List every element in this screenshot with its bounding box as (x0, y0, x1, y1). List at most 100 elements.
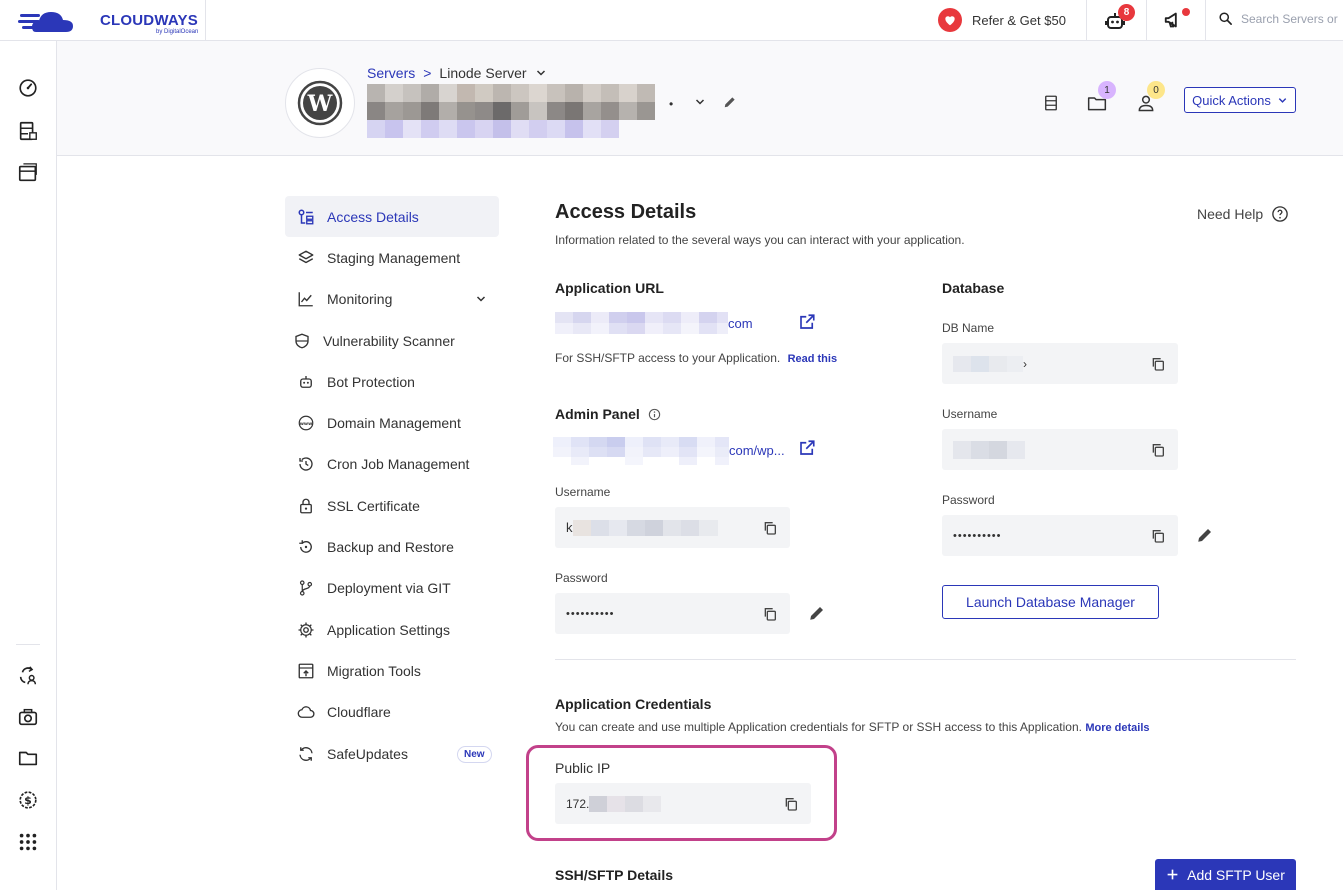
servers-icon[interactable] (17, 120, 39, 142)
divider (16, 644, 40, 645)
menu-item-monitoring[interactable]: Monitoring (285, 279, 499, 320)
restore-icon (299, 540, 312, 553)
wordpress-logo: W (285, 68, 355, 138)
page-subtitle: Information related to the several ways … (555, 233, 965, 247)
need-help-link[interactable]: Need Help (1197, 205, 1289, 223)
external-link-icon[interactable] (798, 439, 816, 457)
pencil-icon[interactable] (723, 95, 737, 109)
db-name-field[interactable]: › (942, 343, 1178, 384)
menu-item-safeupdates[interactable]: SafeUpdates New (285, 733, 499, 774)
breadcrumb-servers-link[interactable]: Servers (367, 65, 415, 81)
redacted-value (953, 440, 1025, 459)
redacted-url (553, 437, 729, 465)
search-input[interactable]: Search Servers or (1218, 11, 1338, 26)
notification-badge: 8 (1118, 4, 1135, 21)
menu-item-label: Deployment via GIT (327, 580, 451, 597)
menu-item-deployment-via-git[interactable]: Deployment via GIT (285, 568, 499, 609)
db-username-field[interactable] (942, 429, 1178, 470)
addons-icon[interactable] (17, 706, 39, 728)
db-password-label: Password (942, 493, 995, 507)
projects-count-badge: 1 (1098, 81, 1116, 99)
admin-username-label: Username (555, 485, 611, 499)
admin-panel-title: Admin Panel (555, 406, 640, 422)
menu-item-ssl-certificate[interactable]: SSL Certificate (285, 485, 499, 526)
menu-item-label: Domain Management (327, 415, 461, 432)
db-name-label: DB Name (942, 321, 995, 335)
menu-item-cloudflare[interactable]: Cloudflare (285, 692, 499, 733)
redacted-value (572, 519, 718, 536)
menu-item-label: Bot Protection (327, 373, 415, 390)
ssh-sftp-details-title: SSH/SFTP Details (555, 867, 674, 883)
copy-icon[interactable] (762, 606, 778, 622)
lock-icon (300, 498, 312, 514)
team-icon[interactable] (17, 665, 39, 687)
chevron-down-icon[interactable] (694, 96, 706, 108)
launch-database-manager-button[interactable]: Launch Database Manager (942, 585, 1159, 619)
admin-username-field[interactable]: k (555, 507, 790, 548)
credentials-description: You can create and use multiple Applicat… (555, 720, 1082, 734)
db-username-label: Username (942, 407, 998, 421)
menu-item-label: Cloudflare (327, 704, 391, 721)
svg-text:$: $ (24, 794, 32, 807)
add-sftp-user-button[interactable]: Add SFTP User (1155, 859, 1296, 890)
copy-icon[interactable] (1150, 528, 1166, 544)
need-help-label: Need Help (1197, 206, 1264, 222)
quick-actions-label: Quick Actions (1192, 92, 1271, 108)
credentials-description-row: You can create and use multiple Applicat… (555, 720, 1150, 734)
menu-item-label: SafeUpdates (327, 745, 408, 762)
announcements-button[interactable] (1163, 8, 1190, 33)
menu-item-staging-management[interactable]: Staging Management (285, 237, 499, 278)
menu-item-cron-job-management[interactable]: Cron Job Management (285, 444, 499, 485)
copy-icon[interactable] (1150, 442, 1166, 458)
db-password-field[interactable]: •••••••••• (942, 515, 1178, 556)
application-name-tail: • (669, 97, 674, 111)
application-url-suffix: com (728, 315, 753, 331)
more-details-link[interactable]: More details (1085, 722, 1149, 734)
read-this-link[interactable]: Read this (788, 353, 838, 365)
quick-actions-button[interactable]: Quick Actions (1184, 87, 1296, 113)
redacted-url (555, 312, 728, 334)
dashboard-icon[interactable] (17, 77, 39, 99)
chevron-down-icon[interactable] (475, 293, 487, 305)
menu-item-backup-and-restore[interactable]: Backup and Restore (285, 526, 499, 567)
apps-grid-icon[interactable] (17, 831, 39, 853)
breadcrumb-separator: > (423, 65, 432, 81)
projects-button[interactable]: 1 (1087, 81, 1116, 113)
migration-icon (298, 663, 314, 679)
copy-icon[interactable] (762, 520, 778, 536)
application-url-link[interactable]: com (555, 312, 753, 334)
db-password-mask: •••••••••• (953, 529, 1002, 542)
edit-db-password-pencil-icon[interactable] (1196, 526, 1214, 544)
server-name[interactable]: Linode Server (439, 65, 526, 81)
public-ip-highlight (526, 745, 837, 841)
refer-link[interactable]: Refer & Get $50 (938, 8, 1066, 32)
menu-item-application-settings[interactable]: Application Settings (285, 609, 499, 650)
menu-item-access-details[interactable]: Access Details (285, 196, 499, 238)
cloudways-logo[interactable]: CLOUDWAYS by DigitalOcean (18, 6, 203, 36)
edit-password-pencil-icon[interactable] (808, 604, 826, 622)
cloud-icon (297, 706, 315, 719)
menu-item-label: Access Details (327, 208, 419, 225)
bot-notifications-button[interactable]: 8 (1103, 4, 1135, 33)
ssh-note-text: For SSH/SFTP access to your Application. (555, 351, 781, 365)
team-access-button[interactable]: 0 (1136, 81, 1165, 113)
menu-item-vulnerability-scanner[interactable]: Vulnerability Scanner (285, 320, 499, 361)
projects-icon[interactable] (17, 747, 39, 769)
admin-panel-url-suffix: com/wp... (729, 443, 785, 458)
menu-item-migration-tools[interactable]: Migration Tools (285, 650, 499, 691)
chevron-down-icon[interactable] (535, 67, 547, 79)
info-icon[interactable] (648, 408, 661, 421)
billing-icon[interactable]: $ (17, 789, 39, 811)
server-details-button[interactable] (1042, 93, 1062, 113)
cloudways-cloud-icon (18, 12, 73, 32)
menu-item-domain-management[interactable]: www Domain Management (285, 402, 499, 443)
menu-item-bot-protection[interactable]: Bot Protection (285, 361, 499, 402)
applications-icon[interactable] (17, 162, 39, 184)
admin-panel-link[interactable]: com/wp... (553, 437, 785, 465)
svg-text:www: www (300, 422, 312, 427)
database-title: Database (942, 280, 1005, 296)
admin-password-field[interactable]: •••••••••• (555, 593, 790, 634)
copy-icon[interactable] (1150, 356, 1166, 372)
external-link-icon[interactable] (798, 313, 816, 331)
top-bar: CLOUDWAYS by DigitalOcean Refer & Get $5… (0, 0, 1343, 41)
